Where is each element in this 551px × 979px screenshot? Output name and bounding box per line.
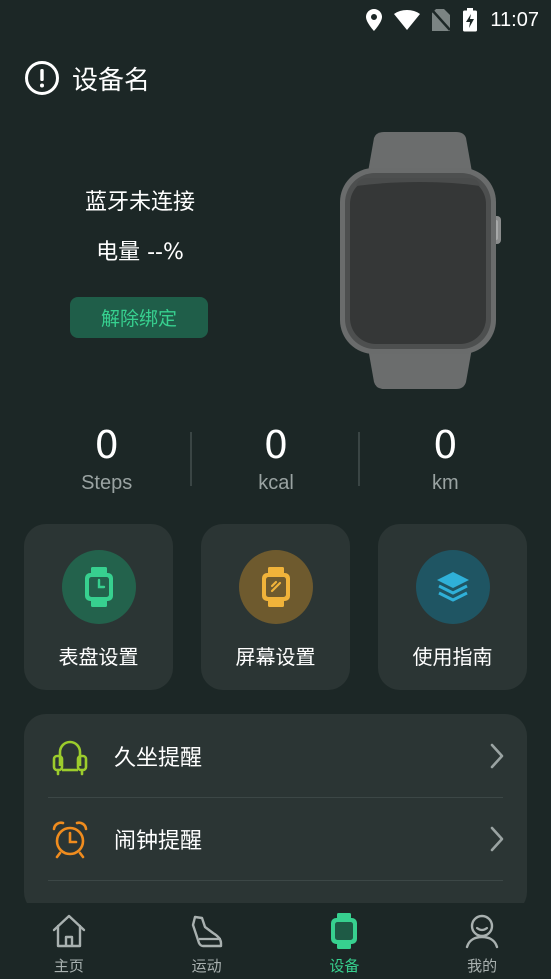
watch-face-icon	[85, 567, 113, 607]
stats-row: 0 Steps 0 kcal 0 km	[22, 420, 530, 500]
sedentary-reminder-item[interactable]: 久坐提醒	[24, 714, 527, 797]
bottom-nav: 主页 运动 设备 我的	[0, 903, 551, 979]
nav-device-label: 设备	[329, 957, 360, 975]
nav-home-label: 主页	[53, 957, 84, 975]
stat-divider	[190, 432, 192, 486]
user-guide-card[interactable]: 使用指南	[378, 524, 527, 690]
no-sim-icon	[432, 9, 451, 31]
device-page: 11:07 设备名 蓝牙未连接 电量 --% 解除绑定 0 Steps 0 kc…	[0, 0, 551, 979]
stat-divider	[358, 432, 360, 486]
sedentary-icon	[52, 740, 88, 776]
status-bar: 11:07	[0, 0, 551, 40]
user-guide-label: 使用指南	[412, 645, 493, 669]
watch-face-settings-label: 表盘设置	[58, 645, 139, 669]
nav-home[interactable]: 主页	[0, 903, 138, 979]
screen-icon	[262, 567, 290, 607]
nav-device[interactable]: 设备	[276, 903, 414, 979]
screen-settings-card[interactable]: 屏幕设置	[201, 524, 350, 690]
reminder-list: 久坐提醒 闹钟提醒	[24, 714, 527, 914]
list-divider	[48, 880, 503, 881]
device-name-title: 设备名	[72, 65, 151, 96]
header: 设备名	[24, 56, 150, 100]
kcal-value: 0	[263, 423, 289, 467]
stat-steps: 0 Steps	[22, 420, 191, 500]
nav-sport-label: 运动	[191, 957, 222, 975]
device-icon	[331, 913, 358, 949]
chevron-right-icon	[490, 826, 504, 852]
watch-face-settings-card[interactable]: 表盘设置	[24, 524, 173, 690]
km-value: 0	[433, 423, 458, 467]
location-icon	[366, 9, 383, 31]
layers-icon	[437, 572, 469, 602]
home-icon	[52, 914, 86, 948]
nav-profile-label: 我的	[467, 957, 498, 975]
watch-face-icon-bg	[62, 550, 136, 624]
connection-status: 蓝牙未连接	[84, 190, 195, 215]
profile-icon	[465, 914, 499, 949]
alarm-reminder-item[interactable]: 闹钟提醒	[24, 797, 527, 880]
steps-value: 0	[94, 423, 119, 467]
wifi-icon	[394, 10, 421, 30]
status-icons: 11:07	[366, 6, 539, 34]
battery-level: 电量 --%	[96, 240, 184, 265]
device-info: 蓝牙未连接 电量 --%	[40, 184, 240, 266]
alarm-reminder-label: 闹钟提醒	[114, 828, 203, 854]
screen-icon-bg	[239, 550, 313, 624]
info-icon[interactable]	[24, 60, 60, 96]
unbind-button[interactable]: 解除绑定	[70, 297, 208, 338]
alarm-clock-icon	[52, 821, 88, 859]
status-time: 11:07	[490, 8, 539, 31]
nav-profile[interactable]: 我的	[413, 903, 551, 979]
sedentary-reminder-label: 久坐提醒	[114, 745, 203, 771]
smartwatch-image	[340, 132, 501, 389]
screen-settings-label: 屏幕设置	[235, 645, 316, 669]
nav-sport[interactable]: 运动	[138, 903, 276, 979]
kcal-unit: kcal	[258, 472, 294, 494]
chevron-right-icon	[490, 743, 504, 769]
stat-kcal: 0 kcal	[191, 420, 360, 500]
stat-km: 0 km	[361, 420, 530, 500]
km-unit: km	[431, 472, 459, 494]
steps-unit: Steps	[81, 472, 133, 494]
battery-charging-icon	[463, 8, 478, 32]
layers-icon-bg	[416, 550, 490, 624]
feature-cards: 表盘设置 屏幕设置 使用指南	[24, 524, 527, 690]
shoe-icon	[191, 915, 222, 948]
